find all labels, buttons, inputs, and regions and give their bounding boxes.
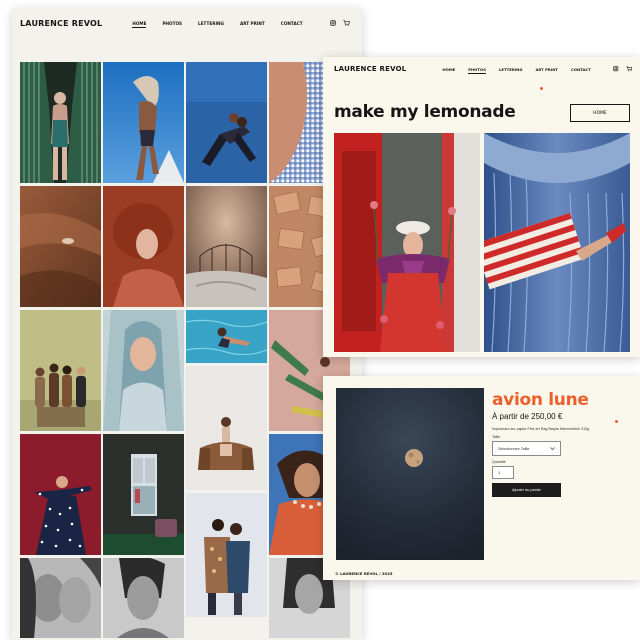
add-to-cart-button[interactable]: Ajouter au panier [492,483,561,497]
home-top-nav: LAURENCE REVOL HOME PHOTOS LETTERING ART… [12,8,362,38]
nav-contact[interactable]: CONTACT [571,67,591,72]
chevron-down-icon [550,447,555,450]
photo-column [103,62,184,638]
photo-two-women-embrace[interactable] [186,493,267,617]
photo-woman-in-pool[interactable] [186,310,267,363]
photo-window-interior[interactable] [103,434,184,555]
photo-column [20,62,101,638]
size-label: Taille [492,435,501,439]
nav-contact[interactable]: CONTACT [281,21,303,26]
decorative-dot [540,87,543,90]
series-nav-icons [613,66,632,72]
photo-column [186,62,267,617]
cart-icon[interactable] [625,66,633,72]
series-top-nav: LAURENCE REVOL HOME PHOTOS LETTERING ART… [323,57,640,81]
photo-bed-lamp[interactable] [186,186,267,307]
site-logo[interactable]: LAURENCE REVOL [334,65,406,73]
photo-curtain-woman-swimsuit[interactable] [20,62,101,183]
photo-woman-red-blur[interactable] [103,186,184,307]
photo-woman-blue-hood[interactable] [103,310,184,431]
site-logo[interactable]: LAURENCE REVOL [20,19,102,28]
series-title: make my lemonade [334,102,516,122]
nav-art-print[interactable]: ART PRINT [535,67,558,72]
photo-woman-on-chair[interactable] [186,366,267,490]
product-title: avion lune [492,390,589,410]
series-page-screenshot: LAURENCE REVOL HOME PHOTOS LETTERING ART… [323,57,640,357]
footer-copyright: © LAURENCE REVOL / 2025 [335,571,393,576]
nav-photos[interactable]: PHOTOS [468,67,486,74]
home-button[interactable]: HOME [570,104,630,122]
series-nav-menu: HOME PHOTOS LETTERING ART PRINT CONTACT [442,67,591,74]
photo-brown-fabric-closeup[interactable] [20,186,101,307]
instagram-icon[interactable] [613,66,619,72]
photo-moon-night-sky[interactable] [336,388,484,560]
photo-polka-dot-dancer[interactable] [20,434,101,555]
photo-group-of-women[interactable] [20,310,101,431]
photo-couple-on-blue[interactable] [186,62,267,183]
nav-lettering[interactable]: LETTERING [198,21,224,26]
photo-two-women-bw[interactable] [20,558,101,638]
quantity-input[interactable]: 1 [492,466,514,479]
quantity-value: 1 [498,470,501,475]
decorative-dot [615,420,618,423]
home-page-screenshot: LAURENCE REVOL HOME PHOTOS LETTERING ART… [12,8,362,640]
product-page-screenshot: avion lune À partir de 250,00 € Impressi… [323,376,640,580]
photo-woman-red-door[interactable] [334,133,480,352]
nav-art-print[interactable]: ART PRINT [240,21,265,26]
nav-photos[interactable]: PHOTOS [162,21,182,26]
nav-home[interactable]: HOME [442,67,455,72]
instagram-icon[interactable] [330,20,336,26]
photo-woman-sky-back[interactable] [103,62,184,183]
product-price: À partir de 250,00 € [492,412,563,421]
cart-icon[interactable] [343,20,350,26]
size-select[interactable]: Sélectionnez Taille [492,441,561,456]
quantity-label: Quantité [492,460,506,464]
home-nav-icons [330,20,350,26]
home-nav-menu: HOME PHOTOS LETTERING ART PRINT CONTACT [132,21,303,28]
photo-striped-legs-curtain[interactable] [484,133,630,352]
photo-man-portrait-bw[interactable] [103,558,184,638]
nav-lettering[interactable]: LETTERING [499,67,523,72]
nav-home[interactable]: HOME [132,21,147,28]
photo-grid [20,62,350,638]
size-select-value: Sélectionnez Taille [498,446,530,451]
product-description: Impression sur papier Fine art Rag Baryt… [492,427,590,431]
